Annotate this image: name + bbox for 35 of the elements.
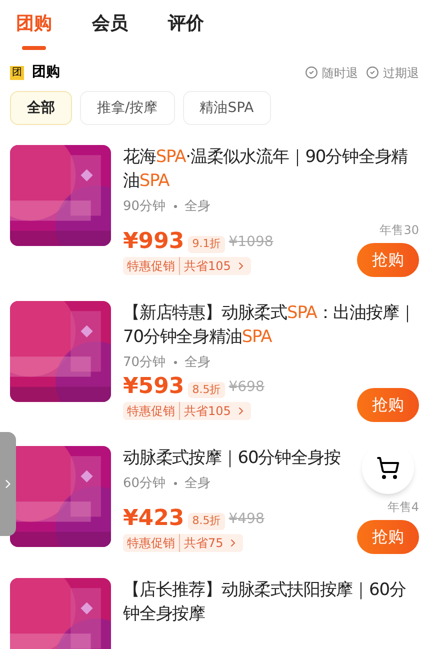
deal-title[interactable]: 【新店特惠】动脉柔式SPA：出油按摩｜70分钟全身精油SPA [123, 300, 419, 348]
deal-title[interactable]: 动脉柔式按摩｜60分钟全身按 [123, 446, 419, 470]
body-area-text: 全身 [184, 475, 211, 493]
guarantee-text: 过期退 [383, 64, 419, 82]
price: ¥993 [123, 230, 184, 252]
original-price: ¥698 [228, 378, 264, 397]
sales-count: 年售4 [387, 498, 419, 516]
tab[interactable]: 评价 [168, 8, 204, 50]
filter-chip[interactable]: 推拿/按摩 [80, 91, 175, 125]
deal-title[interactable]: 【店长推荐】动脉柔式扶阳按摩｜60分钟全身按摩 [123, 578, 419, 626]
discount-tag: 9.1折 [188, 236, 225, 252]
price: ¥593 [123, 376, 184, 398]
group-buy-badge: 团 [10, 66, 24, 80]
filter-chip[interactable]: 全部 [10, 91, 72, 125]
sales-count: 年售30 [380, 222, 419, 238]
deal-title[interactable]: 花海SPA·温柔似水流年｜90分钟全身精油SPA [123, 145, 419, 193]
check-icon [366, 66, 379, 79]
cart-button[interactable] [362, 442, 414, 494]
original-price: ¥498 [228, 510, 264, 528]
body-area-text: 全身 [184, 354, 211, 372]
body-area-text: 全身 [184, 198, 211, 216]
price: ¥423 [123, 508, 184, 530]
discount-tag: 8.5折 [188, 382, 225, 398]
discount-tag: 8.5折 [188, 513, 225, 530]
filter-chip[interactable]: 精油SPA [182, 91, 271, 125]
guarantee-text: 随时退 [322, 64, 358, 82]
tab[interactable]: 会员 [92, 8, 128, 50]
duration-text: 60分钟 [123, 475, 166, 493]
cart-icon [376, 456, 400, 480]
duration-text: 70分钟 [123, 354, 166, 372]
side-drawer-handle[interactable] [0, 432, 16, 536]
original-price: ¥1098 [228, 232, 274, 252]
section-title: 团购 [32, 63, 60, 82]
check-icon [305, 66, 318, 79]
duration-text: 90分钟 [123, 198, 166, 216]
